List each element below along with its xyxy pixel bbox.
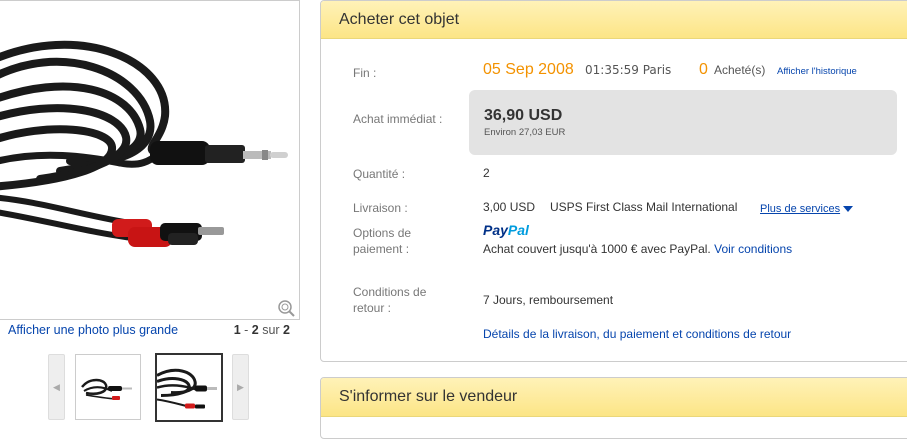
payment-coverage: Achat couvert jusqu'à 1000 € avec PayPal… (483, 242, 792, 256)
main-product-photo[interactable] (0, 0, 300, 320)
end-time: 01:35:59 Paris (585, 63, 672, 77)
shipping-cost: 3,00 USD (483, 200, 536, 214)
more-services-link[interactable]: Plus de services (760, 203, 854, 215)
view-conditions-link[interactable]: Voir conditions (714, 242, 792, 256)
sold-label: Acheté(s) (714, 63, 766, 77)
returns-label-line1: Conditions de (353, 285, 427, 299)
paypal-logo: PayPal (483, 222, 529, 238)
price-panel: 36,90 USD Environ 27,03 EUR (469, 90, 897, 155)
payment-coverage-text: Achat couvert jusqu'à 1000 € avec PayPal… (483, 242, 711, 256)
arrow-right-icon[interactable]: ▶ (232, 354, 249, 420)
sold-count: 0 (699, 61, 708, 78)
thumbnail-1[interactable] (75, 354, 141, 420)
quantity-value: 2 (483, 166, 490, 180)
view-history-link[interactable]: Afficher l'historique (777, 66, 857, 77)
returns-label-line2: retour : (353, 301, 392, 315)
shipping-label: Livraison : (353, 201, 408, 215)
quantity-label: Quantité : (353, 167, 406, 181)
seller-info-panel: S'informer sur le vendeur (320, 377, 907, 439)
converted-price: Environ 27,03 EUR (484, 127, 566, 138)
buy-panel-title: Acheter cet objet (321, 1, 907, 39)
thumbnail-2-selected[interactable] (155, 353, 223, 422)
payment-label-line2: paiement : (353, 242, 410, 256)
shipping-payment-details-link[interactable]: Détails de la livraison, du paiement et … (483, 327, 791, 341)
photo-navigation-bar: Afficher une photo plus grande 1 - 2 sur… (8, 323, 290, 341)
returns-value: 7 Jours, remboursement (483, 293, 614, 307)
chevron-down-icon (843, 206, 854, 213)
arrow-left-icon[interactable]: ◀ (48, 354, 65, 420)
buy-item-panel: Acheter cet objet Fin : 05 Sep 2008 01:3… (320, 0, 907, 362)
seller-panel-title[interactable]: S'informer sur le vendeur (321, 378, 907, 417)
buy-now-label: Achat immédiat : (353, 112, 443, 126)
buy-now-price: 36,90 USD (484, 107, 563, 124)
end-label: Fin : (353, 66, 377, 80)
shipping-service: USPS First Class Mail International (550, 200, 738, 214)
thumbnail-strip: ◀ ▶ (48, 353, 250, 422)
audio-cable-image (0, 40, 288, 247)
end-date: 05 Sep 2008 (483, 61, 574, 78)
enlarge-photo-link[interactable]: Afficher une photo plus grande (8, 323, 178, 337)
photo-counter: 1 - 2 sur 2 (233, 323, 290, 337)
zoom-magnifier-icon[interactable] (276, 299, 296, 317)
payment-label-line1: Options de (353, 226, 412, 240)
